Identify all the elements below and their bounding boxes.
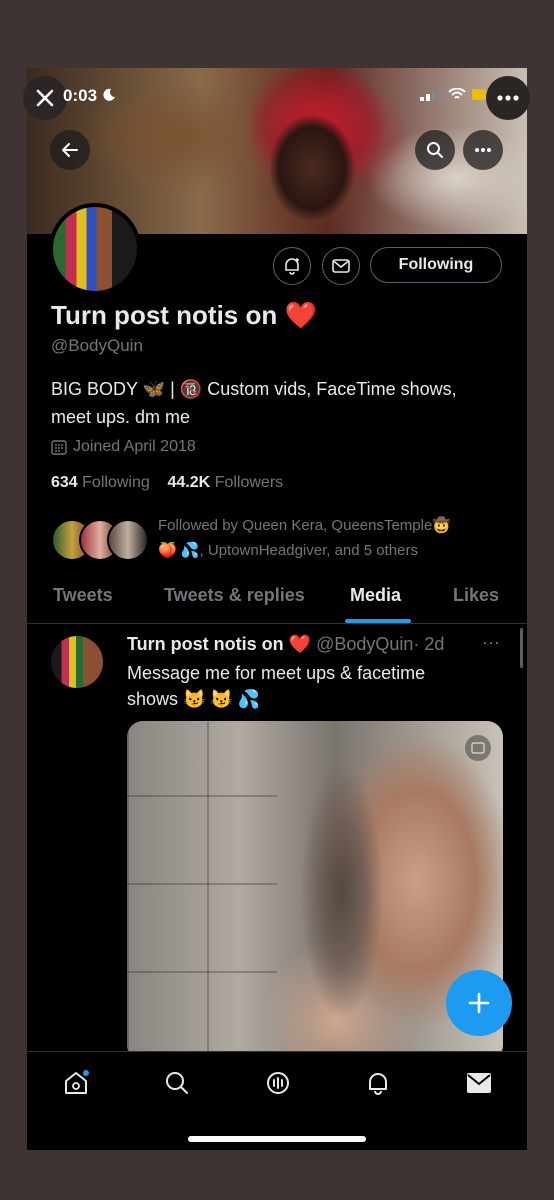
close-button[interactable] [23, 76, 67, 120]
home-icon [65, 1070, 89, 1094]
notify-bell-icon [285, 258, 299, 275]
mail-icon [332, 259, 350, 273]
tab-media[interactable]: Media [350, 585, 401, 606]
follower-avatar [107, 519, 149, 561]
tweet-avatar[interactable] [51, 636, 103, 688]
tab-tweets[interactable]: Tweets [53, 585, 113, 606]
tweet-header: Turn post notis on ❤️ @BodyQuin· 2d [127, 634, 444, 655]
wifi-icon [448, 88, 466, 99]
profile-avatar[interactable] [49, 203, 141, 295]
follow-counts: 634 Following 44.2K Followers [51, 474, 283, 492]
tweet-text-line: shows 😼 😼 💦 [127, 689, 261, 709]
name-emoji: ❤️ [284, 300, 317, 330]
home-indicator[interactable] [188, 1136, 366, 1142]
followed-by-line: 🍑 💦, UptownHeadgiver, and 5 others [158, 542, 418, 559]
joined-date: Joined April 2018 [51, 438, 196, 456]
bio-line: BIG BODY 🦋 | 🔞 Custom vids, FaceTime sho… [51, 379, 457, 399]
profile-more-button[interactable] [463, 130, 503, 170]
search-icon [166, 1072, 188, 1094]
media-badge-icon [471, 742, 485, 754]
battery-icon [472, 89, 486, 100]
spaces-icon [267, 1072, 289, 1094]
media-badge [465, 735, 491, 761]
back-icon [62, 143, 78, 157]
active-tab-indicator [345, 619, 411, 623]
back-button[interactable] [50, 130, 90, 170]
app-screen: Following Turn post notis on ❤️ @BodyQui… [27, 68, 527, 1150]
tab-tweets-replies[interactable]: Tweets & replies [164, 585, 305, 606]
more-icon [497, 95, 519, 101]
tweet-handle: @BodyQuin [316, 634, 414, 654]
message-button[interactable] [322, 247, 360, 285]
tweet-time: · 2d [413, 634, 445, 654]
nav-search[interactable] [162, 1068, 192, 1098]
moon-icon [103, 88, 115, 101]
search-button[interactable] [415, 130, 455, 170]
following-count-link[interactable]: 634 Following [51, 474, 150, 491]
calendar-icon [51, 440, 67, 455]
more-icon [475, 148, 491, 152]
nav-messages[interactable] [464, 1068, 494, 1098]
status-icons [420, 88, 486, 101]
compose-button[interactable] [446, 970, 512, 1036]
tweet-text: Message me for meet ups & facetime shows… [127, 660, 487, 712]
media-tattoo-arm [277, 721, 407, 1061]
tweet-author: Turn post notis on [127, 634, 284, 654]
scroll-indicator[interactable] [520, 628, 523, 668]
followed-by[interactable]: Followed by Queen Kera, QueensTemple🤠 🍑 … [51, 513, 521, 567]
followers-count-link[interactable]: 44.2K Followers [168, 474, 284, 491]
tweet-more-button[interactable]: ··· [482, 632, 500, 653]
signal-icon [420, 88, 442, 101]
followed-by-line: Followed by Queen Kera, QueensTemple🤠 [158, 517, 451, 534]
notify-button[interactable] [273, 247, 311, 285]
more-options-button[interactable] [486, 76, 530, 120]
search-icon [427, 142, 443, 158]
status-time: 0:03 [63, 86, 116, 106]
profile-tabs: Tweets Tweets & replies Media Likes [27, 573, 527, 624]
profile-handle: @BodyQuin [51, 336, 143, 355]
bell-icon [369, 1073, 387, 1095]
nav-notifications[interactable] [363, 1068, 393, 1098]
compose-icon [468, 992, 490, 1014]
bio-line: meet ups. dm me [51, 407, 191, 427]
followed-by-text: Followed by Queen Kera, QueensTemple🤠 🍑 … [158, 513, 518, 563]
following-button[interactable]: Following [370, 247, 502, 283]
author-emoji: ❤️ [288, 634, 312, 654]
media-wall-tiles [127, 721, 277, 1061]
messages-icon [467, 1073, 491, 1093]
tab-likes[interactable]: Likes [453, 585, 499, 606]
banner-image-figure [237, 73, 387, 233]
tweet-text-line: Message me for meet ups & facetime [127, 663, 426, 683]
nav-home[interactable] [61, 1068, 91, 1098]
nav-spaces[interactable] [263, 1068, 293, 1098]
close-icon [36, 89, 54, 107]
profile-bio: BIG BODY 🦋 | 🔞 Custom vids, FaceTime sho… [51, 375, 501, 431]
display-name: Turn post notis on ❤️ [51, 300, 317, 330]
